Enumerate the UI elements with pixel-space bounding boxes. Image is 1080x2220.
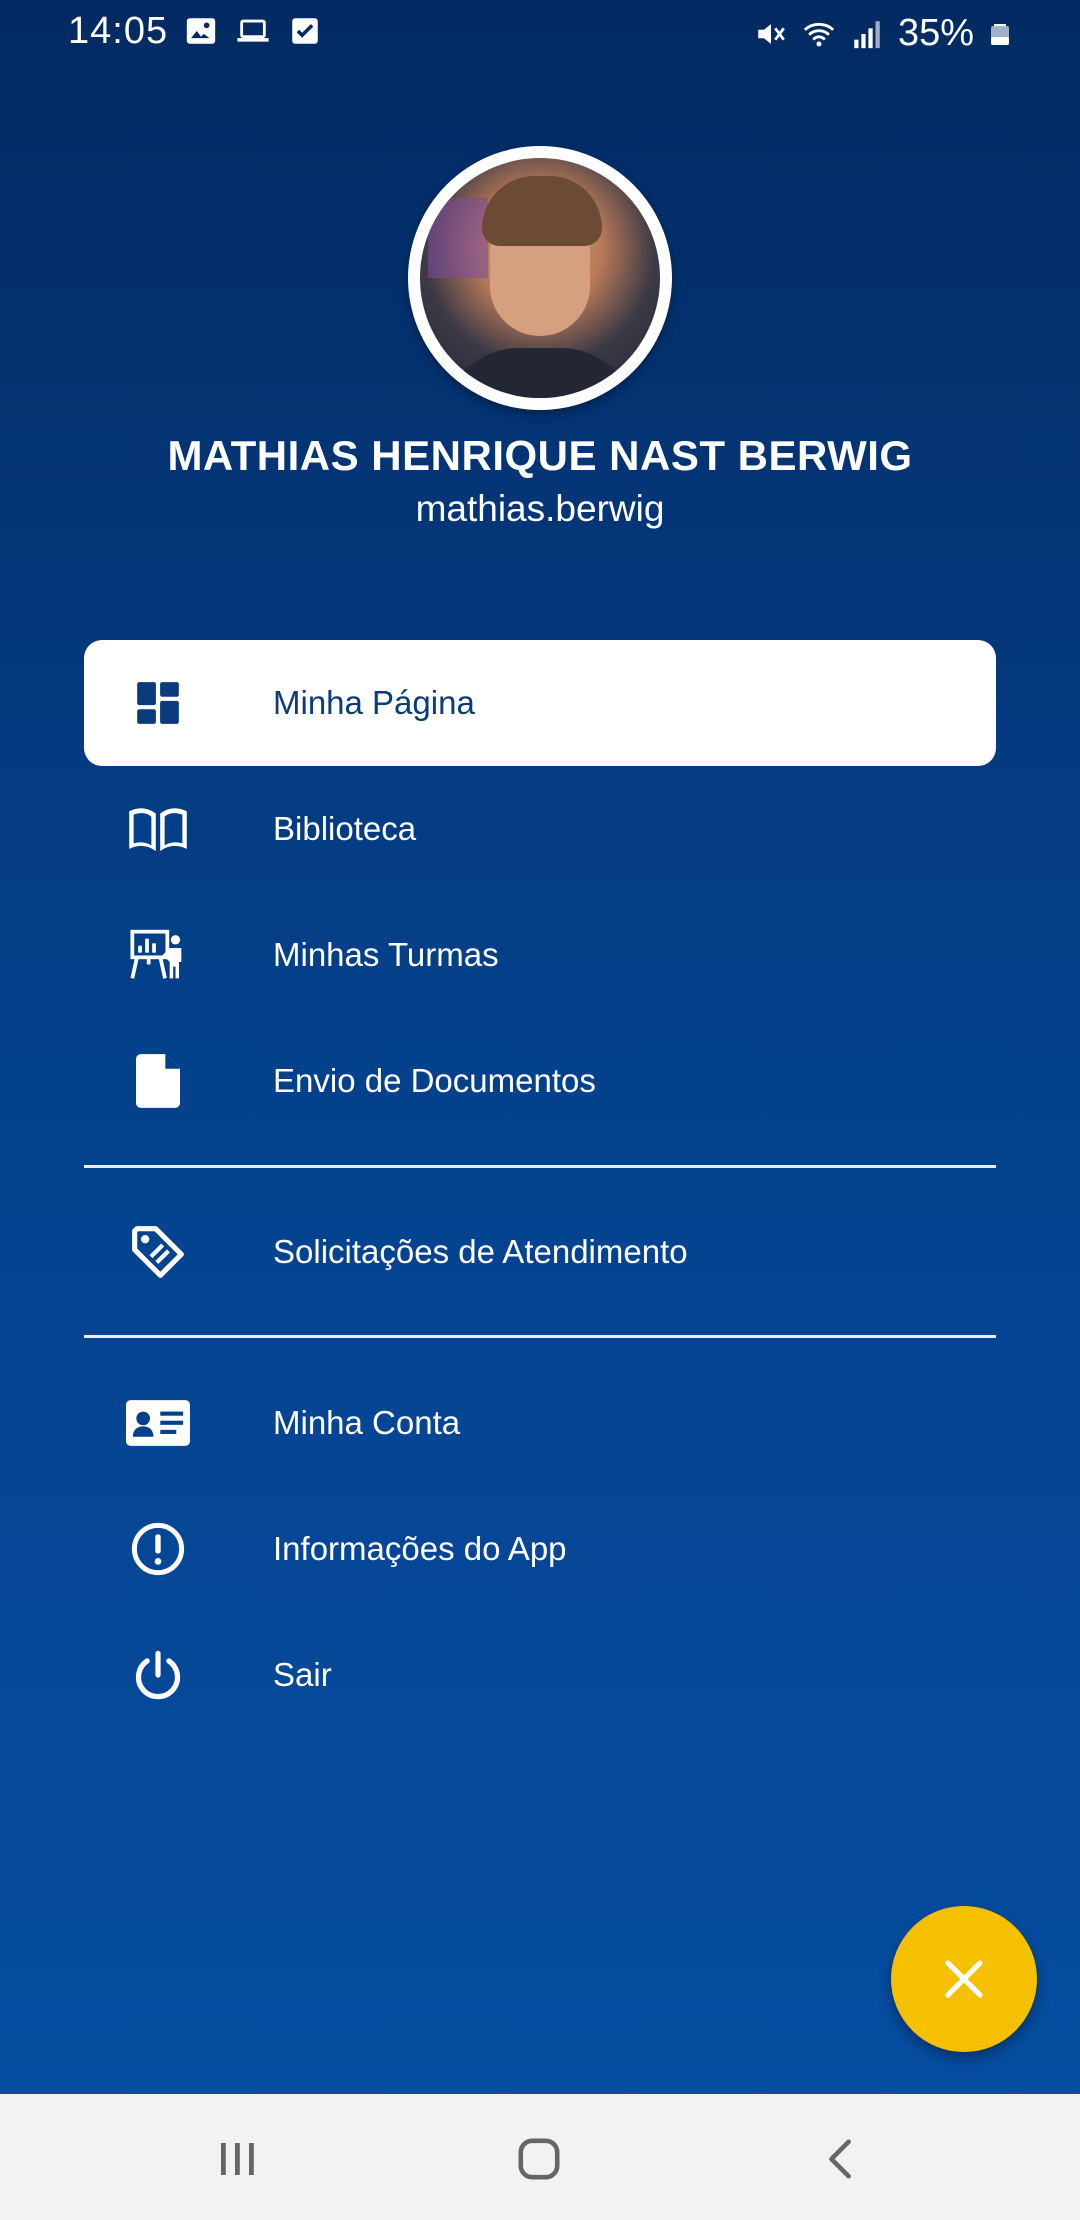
home-button[interactable]	[504, 2124, 574, 2194]
recents-button[interactable]	[202, 2124, 272, 2194]
menu-item-sair[interactable]: Sair	[84, 1612, 996, 1738]
profile-username: mathias.berwig	[415, 488, 665, 529]
status-bar: 14:05 35%	[0, 0, 1080, 64]
battery-percent: 35%	[897, 12, 974, 54]
profile-avatar[interactable]	[408, 146, 672, 410]
menu-item-label: Biblioteca	[273, 810, 417, 847]
recents-icon	[221, 2143, 254, 2175]
home-icon	[518, 2138, 560, 2180]
power-icon	[126, 1643, 190, 1707]
menu-item-envio-de-documentos[interactable]: Envio de Documentos	[84, 1018, 996, 1144]
back-icon	[829, 2139, 851, 2179]
menu-item-label: Informações do App	[273, 1530, 567, 1567]
menu-item-label: Envio de Documentos	[273, 1062, 596, 1099]
mute-icon	[758, 23, 785, 44]
avatar-photo	[420, 158, 660, 398]
menu-item-informacoes-do-app[interactable]: Informações do App	[84, 1486, 996, 1612]
status-icons-left	[184, 14, 322, 48]
menu-item-minha-conta[interactable]: Minha Conta	[84, 1360, 996, 1486]
menu-divider	[84, 1335, 996, 1338]
image-icon	[186, 18, 216, 44]
info-icon	[126, 1517, 190, 1581]
laptop-icon	[237, 19, 269, 42]
checkbox-icon	[292, 18, 318, 44]
id-card-icon	[126, 1391, 190, 1455]
system-nav-bar	[0, 2094, 1080, 2220]
menu-item-label: Solicitações de Atendimento	[273, 1233, 688, 1270]
menu-item-minha-pagina[interactable]: Minha Página	[84, 640, 996, 766]
dashboard-icon	[126, 671, 190, 735]
menu-item-biblioteca[interactable]: Biblioteca	[84, 766, 996, 892]
document-icon	[126, 1049, 190, 1113]
tag-icon	[126, 1220, 190, 1284]
profile-name: MATHIAS HENRIQUE NAST BERWIG	[167, 432, 913, 479]
menu-divider	[84, 1165, 996, 1168]
close-icon	[945, 1960, 983, 1998]
menu-item-minhas-turmas[interactable]: Minhas Turmas	[84, 892, 996, 1018]
menu-item-label: Minha Conta	[273, 1404, 461, 1441]
menu-item-solicitacoes[interactable]: Solicitações de Atendimento	[84, 1189, 996, 1315]
wifi-icon	[803, 22, 835, 46]
book-icon	[126, 797, 190, 861]
menu-item-label: Sair	[273, 1656, 332, 1693]
back-button[interactable]	[806, 2124, 876, 2194]
status-time: 14:05	[68, 10, 169, 52]
menu-item-label: Minhas Turmas	[273, 936, 499, 973]
status-icons-right: 35%	[754, 12, 1012, 55]
classroom-icon	[126, 923, 190, 987]
battery-icon	[991, 23, 1009, 45]
signal-icon	[854, 20, 880, 48]
menu-item-label: Minha Página	[273, 684, 475, 721]
close-menu-button[interactable]	[891, 1906, 1037, 2052]
